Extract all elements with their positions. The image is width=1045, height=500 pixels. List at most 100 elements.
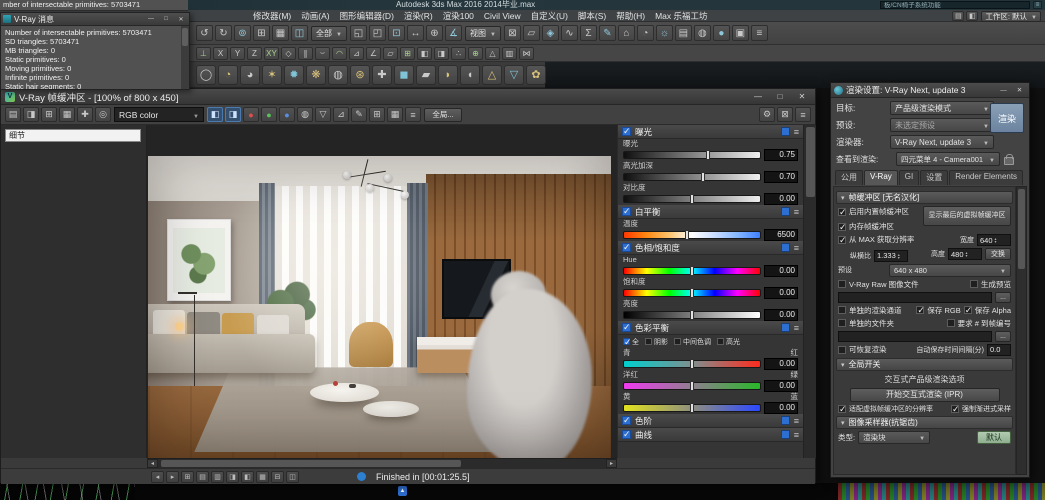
history-search-field[interactable]: 细节	[5, 129, 141, 142]
toolbar-icon[interactable]: ↔	[407, 25, 424, 41]
slider-value[interactable]: 0.00	[764, 380, 798, 392]
slider-handle[interactable]	[706, 150, 710, 160]
scrollbar-thumb[interactable]	[806, 127, 815, 197]
tab-settings[interactable]: 设置	[920, 170, 948, 185]
toolbar-icon[interactable]: ❋	[306, 65, 326, 85]
toolbar-icon[interactable]: ▰	[416, 65, 436, 85]
mode-shadows[interactable]: 阴影	[645, 337, 668, 347]
section-menu-icon[interactable]	[794, 243, 799, 253]
toolbar-icon[interactable]: ▤	[5, 107, 21, 122]
toolbar-icon[interactable]: ⊞	[369, 107, 385, 122]
minimize-button[interactable]	[749, 91, 767, 103]
section-header-exposure[interactable]: 曝光	[618, 125, 803, 139]
renderer-dropdown[interactable]: V-Ray Next, update 3	[890, 135, 994, 149]
slider-value[interactable]: 0.00	[764, 358, 798, 370]
mode-highlights[interactable]: 高光	[717, 337, 740, 347]
browse-button[interactable]: ...	[995, 292, 1011, 303]
toolbar-icon[interactable]: XY	[264, 47, 279, 60]
toolbar-icon[interactable]: ◕	[240, 65, 260, 85]
corrections-scrollbar[interactable]	[803, 125, 816, 458]
viewport-layout-icon[interactable]: ▤	[952, 11, 964, 21]
channels-path-field[interactable]	[838, 331, 992, 342]
separate-folder-checkbox[interactable]: 单独的文件夹	[838, 318, 894, 329]
toolbar-icon[interactable]: ◱	[350, 25, 367, 41]
scroll-left-arrow[interactable]: ◂	[147, 459, 158, 468]
toolbar-icon[interactable]: △	[482, 65, 502, 85]
rollout-frame-buffer[interactable]: 帧缓冲区 [无名汉化]	[836, 191, 1013, 204]
section-menu-icon[interactable]	[794, 430, 799, 440]
scrollbar-thumb[interactable]	[1018, 189, 1025, 269]
rollout-image-sampler[interactable]: 图像采样器(抗锯齿)	[836, 416, 1013, 429]
slider-value[interactable]: 0.75	[764, 149, 798, 161]
toolbar-icon[interactable]: ●	[261, 107, 277, 122]
slider-handle[interactable]	[690, 310, 694, 320]
toolbar-icon[interactable]: ◖	[460, 65, 480, 85]
toolbar-icon[interactable]: ≡	[405, 107, 421, 122]
toolbar-icon[interactable]: ▤	[675, 25, 692, 41]
rendered-image[interactable]	[148, 156, 611, 458]
highlight-burn-slider[interactable]	[623, 173, 761, 181]
toolbar-icon[interactable]: ◗	[438, 65, 458, 85]
menu-item[interactable]: 动画(A)	[296, 10, 334, 22]
section-header-levels[interactable]: 色阶	[618, 414, 803, 428]
menu-item[interactable]: 帮助(H)	[611, 10, 650, 22]
mode-checkbox[interactable]	[645, 338, 652, 345]
toolbar-icon[interactable]: ▦	[59, 107, 75, 122]
spinner-arrows[interactable]	[966, 251, 968, 257]
sampler-type-dropdown[interactable]: 渲染块	[858, 431, 930, 444]
checkbox[interactable]	[838, 223, 846, 231]
toolbar-icon[interactable]: ●	[279, 107, 295, 122]
show-last-vfb-button[interactable]: 显示最后的虚拟帧缓冲区	[923, 206, 1011, 226]
menu-item[interactable]: Max 乐福工坊	[650, 10, 712, 22]
layer-color-icon[interactable]	[781, 127, 790, 136]
toolbar-icon[interactable]: ◼	[394, 65, 414, 85]
layer-color-icon[interactable]	[781, 430, 790, 439]
slider-value[interactable]: 0.00	[764, 193, 798, 205]
toolbar-icon[interactable]: ◍	[297, 107, 313, 122]
toolbar-icon[interactable]: ∠	[366, 47, 381, 60]
toolbar-icon[interactable]: ●	[713, 25, 730, 41]
mode-midtones[interactable]: 中间色调	[674, 337, 711, 347]
vray-messages-titlebar[interactable]: V-Ray 消息	[1, 13, 189, 26]
minimize-button[interactable]	[997, 85, 1010, 96]
checkbox[interactable]	[970, 280, 978, 288]
maximize-button[interactable]	[160, 14, 172, 24]
toolbar-icon[interactable]: ⌂	[618, 25, 635, 41]
checkbox[interactable]	[951, 405, 959, 413]
separate-channels-checkbox[interactable]: 单独的渲染通道	[838, 305, 902, 316]
browse-button[interactable]: ...	[995, 331, 1011, 342]
toolbar-icon[interactable]: ◨	[23, 107, 39, 122]
toolbar-icon[interactable]: ◫	[291, 25, 308, 41]
toolbar-icon[interactable]: ✚	[372, 65, 392, 85]
toolbar-icon[interactable]: ⚙	[759, 107, 775, 122]
save-alpha-checkbox[interactable]: 保存 Alpha	[964, 305, 1011, 316]
exposure-slider[interactable]	[623, 151, 761, 159]
toolbar-icon[interactable]: ✎	[599, 25, 616, 41]
reference-coordinate-dropdown[interactable]: 视图	[465, 26, 501, 41]
section-header-white-balance[interactable]: 白平衡	[618, 205, 803, 219]
toolbar-icon[interactable]: ✹	[284, 65, 304, 85]
save-rgb-checkbox[interactable]: 保存 RGB	[916, 305, 960, 316]
slider-handle[interactable]	[690, 359, 694, 369]
status-icon[interactable]: ◫	[286, 471, 299, 483]
global-illumination-button[interactable]: 全局...	[424, 108, 462, 122]
toolbar-icon[interactable]: Z	[247, 47, 262, 60]
layer-color-icon[interactable]	[781, 416, 790, 425]
section-enable-checkbox[interactable]	[622, 207, 631, 216]
menu-item[interactable]: 渲染(R)	[399, 10, 438, 22]
status-icon[interactable]: ▥	[211, 471, 224, 483]
toolbar-icon[interactable]: ⋈	[519, 47, 534, 60]
slider-value[interactable]: 0.00	[764, 402, 798, 414]
toolbar-icon[interactable]: ⊞	[400, 47, 415, 60]
saturation-slider[interactable]	[623, 289, 761, 297]
raw-file-path-field[interactable]	[838, 292, 992, 303]
workspace-selector[interactable]: 工作区: 默认	[981, 11, 1041, 22]
target-dropdown[interactable]: 产品级渲染模式	[890, 101, 994, 115]
toolbar-icon[interactable]: Y	[230, 47, 245, 60]
layer-color-icon[interactable]	[781, 323, 790, 332]
status-icon[interactable]: ◂	[151, 471, 164, 483]
menu-item[interactable]: 脚本(S)	[573, 10, 611, 22]
toolbar-icon[interactable]: ⊛	[350, 65, 370, 85]
toolbar-icon[interactable]: ⊚	[234, 25, 251, 41]
slider-handle[interactable]	[690, 194, 694, 204]
